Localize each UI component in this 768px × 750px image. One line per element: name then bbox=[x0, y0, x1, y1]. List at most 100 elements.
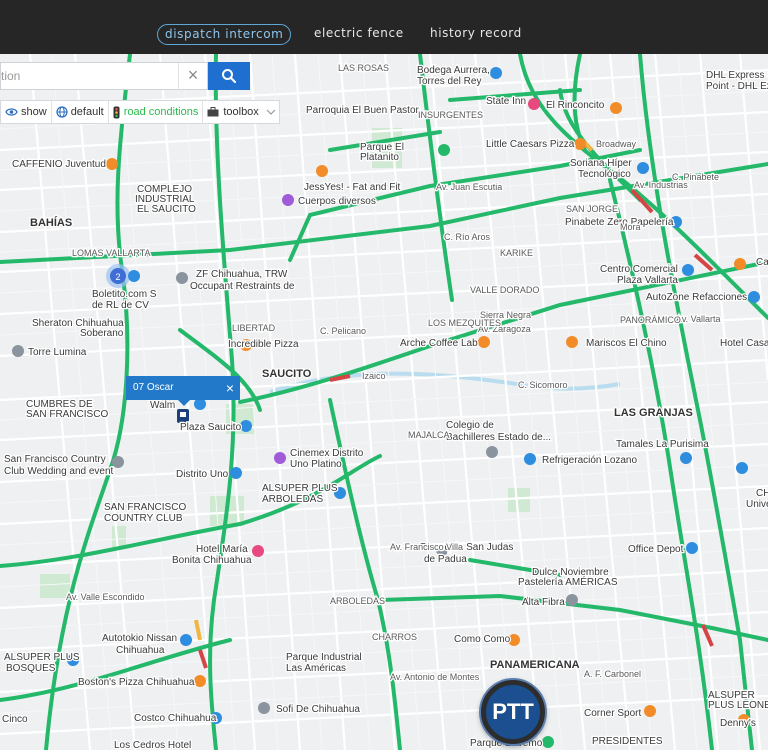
ptt-button[interactable]: PTT bbox=[481, 680, 545, 744]
map-label-streets: Av. Industrias bbox=[634, 180, 688, 190]
search-input[interactable]: tion bbox=[0, 62, 178, 90]
tab-history-record[interactable]: history record bbox=[430, 24, 522, 45]
map-label-places: Point - DHL Ex bbox=[706, 81, 768, 92]
map-label-places: PLUS LEONES bbox=[708, 700, 768, 711]
toolbox-dropdown[interactable]: toolbox bbox=[203, 100, 279, 124]
map-label-areas: BAHÍAS bbox=[30, 216, 72, 229]
map-label-areas: PANAMERICANA bbox=[490, 659, 580, 671]
map-search: tion × bbox=[0, 62, 250, 90]
map-label-places: Las Américas bbox=[286, 663, 346, 674]
map-label-places: Platanito bbox=[360, 152, 399, 163]
map-label-streets: Av. Valle Escondido bbox=[66, 592, 145, 602]
map-label-places: Hotel María bbox=[196, 544, 248, 555]
map-label-streets: C. Sicomoro bbox=[518, 380, 568, 390]
vehicle-popup-title: 07 Oscar bbox=[133, 382, 174, 393]
map-label-places: BOSQUES bbox=[6, 663, 56, 674]
map-label-places: Boston's Pizza Chihuahua bbox=[78, 677, 195, 688]
road-conditions-label: road conditions bbox=[123, 106, 199, 118]
map-label-places: SAN FRANCISCO bbox=[104, 502, 186, 513]
map-label-places: Como Como bbox=[454, 634, 511, 645]
map-label-places: Office Depot bbox=[628, 544, 684, 555]
map-label-areas: LAS GRANJAS bbox=[614, 407, 693, 419]
map-label-places: SAN FRANCISCO bbox=[26, 409, 108, 420]
tab-electric-fence[interactable]: electric fence bbox=[314, 24, 404, 45]
map-label-places: Parroquia El Buen Pastor bbox=[306, 105, 420, 116]
tab-dispatch-intercom[interactable]: dispatch intercom bbox=[157, 24, 292, 45]
map-label-places: Cuerpos diversos bbox=[298, 196, 376, 207]
map-label-streets: A. F. Carbonel bbox=[584, 669, 641, 679]
map-label-streets: Broadway bbox=[596, 139, 637, 149]
map-label-places: Plaza Saucito bbox=[180, 422, 242, 433]
map-label-places: Tamales La Purisima bbox=[616, 439, 709, 450]
map-label-places: ALSUPER PLUS bbox=[262, 483, 338, 494]
search-icon bbox=[222, 69, 237, 84]
map-label-places: EL SAUCITO bbox=[137, 204, 196, 215]
map-label-places: Mariscos El Chino bbox=[586, 338, 667, 349]
vehicle-popup[interactable]: 07 Oscar × bbox=[126, 376, 240, 406]
map-label-places: Uno Platino bbox=[290, 459, 342, 470]
map-label-streets: INSURGENTES bbox=[418, 110, 483, 120]
map-label-places: Denny's bbox=[720, 718, 756, 729]
map-label-streets: C. Río Aros bbox=[444, 232, 491, 242]
map-label-streets: ARBOLEDAS bbox=[330, 596, 385, 606]
map-label-places: Occupant Restraints de bbox=[190, 281, 295, 292]
search-button[interactable] bbox=[208, 62, 250, 90]
map-label-places: Soberano bbox=[80, 328, 124, 339]
map-label-places: Walm bbox=[150, 400, 175, 411]
cluster-count: 2 bbox=[115, 272, 120, 282]
chevron-down-icon bbox=[266, 109, 276, 115]
map-label-places: Bachilleres Estado de... bbox=[446, 432, 551, 443]
map-toolbar: show default road conditions toolbox bbox=[0, 100, 280, 124]
map-label-places: de Padua bbox=[424, 554, 467, 565]
map-label-places: Centro Comercial bbox=[600, 264, 678, 275]
cluster-marker[interactable]: 2 bbox=[106, 264, 130, 288]
traffic-light-icon bbox=[113, 106, 120, 118]
show-toggle[interactable]: show bbox=[1, 100, 52, 124]
map-label-streets: LIBERTAD bbox=[232, 323, 276, 333]
map-label-streets: Av. Juan Escutia bbox=[436, 182, 502, 192]
default-label: default bbox=[70, 106, 104, 118]
map-svg: 2 BAHÍASSAUCITOLAS GRANJASPANAMERICANACA… bbox=[0, 54, 768, 750]
map-label-areas: SAUCITO bbox=[262, 368, 312, 380]
map-label-places: AutoZone Refacciones bbox=[646, 292, 747, 303]
map-canvas[interactable]: 2 BAHÍAS SAUCITO LAS GRANJAS PANAMERICAN… bbox=[0, 54, 768, 750]
map-label-places: Universid bbox=[746, 499, 768, 510]
map-label-places: Sofi De Chihuahua bbox=[276, 704, 360, 715]
map-label-places: DHL Express S bbox=[706, 70, 768, 81]
map-label-places: Soriana Híper bbox=[570, 158, 632, 169]
map-label-places: Plaza Vallarta bbox=[617, 275, 678, 286]
map-label-places: Tecnológico bbox=[578, 169, 631, 180]
map-label-places: Torres del Rey bbox=[417, 76, 481, 87]
close-popup-button[interactable]: × bbox=[226, 376, 234, 400]
map-label-places: Little Caesars Pizza bbox=[486, 139, 575, 150]
map-label-places: Refrigeración Lozano bbox=[542, 455, 637, 466]
map-label-places: Los Cedros Hotel bbox=[114, 740, 191, 750]
map-label-places: ALSUPER PLUS bbox=[4, 652, 80, 663]
map-label-streets: Mora bbox=[620, 222, 641, 232]
map-label-places: Cinco bbox=[2, 714, 28, 725]
map-label-streets: SAN JORGE bbox=[566, 204, 618, 214]
map-label-streets: C. Pelicano bbox=[320, 326, 366, 336]
map-label-streets: Av. Antonio de Montes bbox=[390, 672, 480, 682]
toolbox-label: toolbox bbox=[223, 106, 259, 118]
map-label-places: Pastelería AMÉRICAS bbox=[518, 575, 618, 588]
map-label-places: PRESIDENTES bbox=[592, 736, 663, 747]
vehicle-marker[interactable] bbox=[177, 409, 189, 423]
map-label-places: ARBOLEDAS bbox=[262, 494, 323, 505]
map-label-places: Bonita Chihuahua bbox=[172, 555, 252, 566]
map-label-streets: KARIKE bbox=[500, 248, 533, 258]
map-label-places: State Inn bbox=[486, 96, 526, 107]
map-label-places: Alta Fibra bbox=[522, 597, 565, 608]
map-label-places: Distrito Uno bbox=[176, 469, 229, 480]
map-label-places: Corner Sport bbox=[584, 708, 641, 719]
map-label-places: Carl's Jr bbox=[756, 257, 768, 268]
top-nav-bar: dispatch intercom electric fence history… bbox=[0, 0, 768, 54]
clear-search-button[interactable]: × bbox=[178, 62, 208, 90]
map-label-places: ZF Chihuahua, TRW bbox=[196, 269, 288, 280]
map-label-places: Hotel Casa bbox=[720, 338, 768, 349]
globe-icon bbox=[56, 106, 68, 118]
map-label-places: Incredible Pizza bbox=[228, 339, 299, 350]
road-conditions-button[interactable]: road conditions bbox=[109, 100, 204, 124]
default-layer-button[interactable]: default bbox=[52, 100, 109, 124]
map-label-places: CAFFENIO Juventud bbox=[12, 159, 106, 170]
